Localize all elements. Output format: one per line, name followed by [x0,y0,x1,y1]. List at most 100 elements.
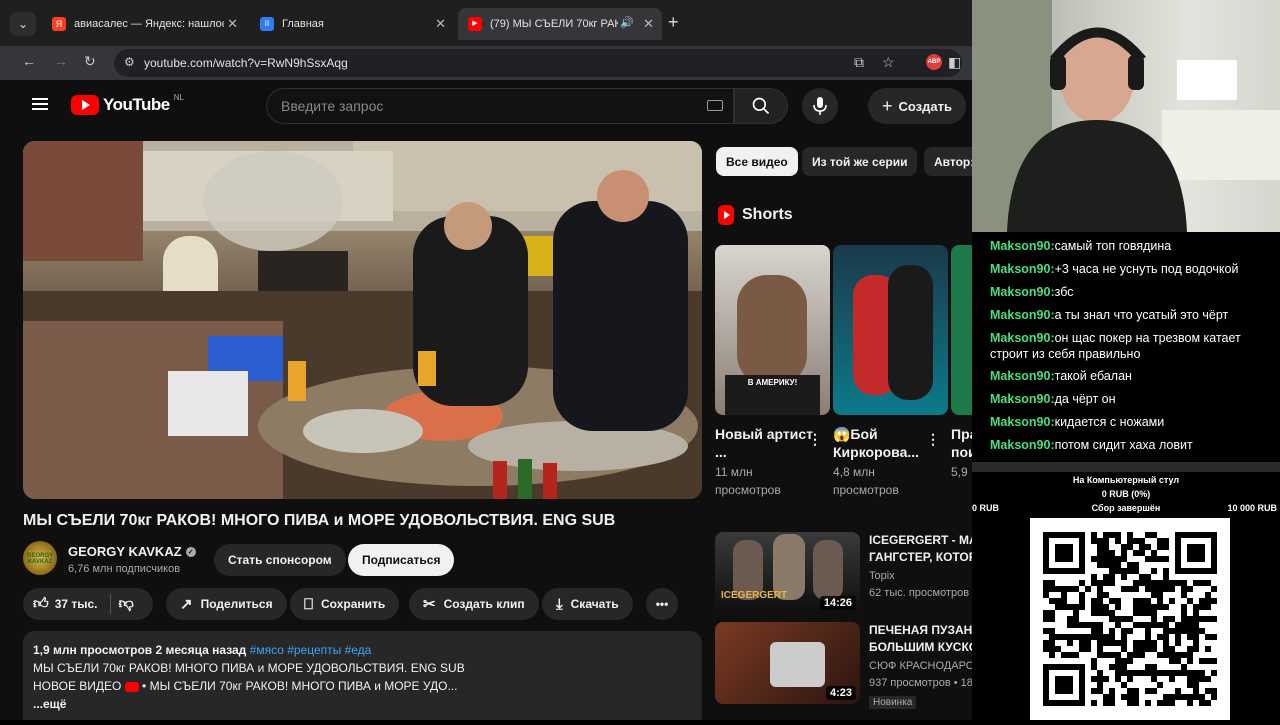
address-bar[interactable]: ⚙ youtube.com/watch?v=RwN9hSsxAqg ⧉ ☆ ◧ [114,49,962,77]
qr-module [1205,676,1211,682]
youtube-link-icon[interactable] [124,681,139,692]
qr-module [1169,676,1175,682]
channel-avatar[interactable]: GEORGY KAVKAZ [23,541,57,575]
forward-arrow-icon[interactable]: → [54,53,68,69]
qr-module [1193,580,1199,586]
recommended-video[interactable]: ICEGERGERT 14:26 ICEGERGERT - МА ГАНГСТЕ… [715,532,972,616]
more-vert-icon[interactable]: ⋮ [926,431,940,448]
qr-module [1055,598,1061,604]
tab-search-button[interactable]: ⌄ [10,12,36,36]
search-button[interactable] [734,88,788,124]
search-input[interactable]: Введите запрос [266,88,734,124]
chat-username[interactable]: Makson90: [990,285,1055,299]
qr-module [1103,544,1109,550]
tab-youtube[interactable]: ▶ (79) МЫ СЪЕЛИ 70кг РАКОВ 🔊 ✕ [458,8,662,40]
speaker-icon[interactable]: 🔊 [620,16,634,29]
qr-module [1145,622,1151,628]
channel-name: Topix [869,570,895,582]
new-badge: Новинка [869,696,917,709]
qr-module [1181,610,1187,616]
close-tab-icon[interactable]: ✕ [643,16,654,32]
qr-module [1157,700,1163,706]
qr-module [1139,598,1145,604]
qr-module [1181,628,1187,634]
hashtags[interactable]: #мясо #рецепты #еда [250,643,372,657]
tab-home[interactable]: II Главная ✕ [250,8,454,40]
qr-module [1211,634,1217,640]
qr-module [1097,676,1103,682]
qr-module [1097,562,1103,568]
chip-all-videos[interactable]: Все видео [716,147,798,176]
chip-same-series[interactable]: Из той же серии [802,147,918,176]
qr-module [1109,598,1115,604]
chip-author[interactable]: Автор: [924,147,972,176]
site-settings-icon[interactable]: ⚙ [124,55,135,69]
chat-username[interactable]: Makson90: [990,369,1055,383]
reload-icon[interactable]: ↻ [84,53,96,70]
tab-yandex[interactable]: Я авиасалес — Яндекс: нашлось ✕ [42,8,246,40]
dislike-button[interactable]: 👎︎ [119,595,134,613]
bookmark-star-icon[interactable]: ☆ [882,54,895,71]
close-tab-icon[interactable]: ✕ [227,16,238,32]
adblock-extension-icon[interactable]: ABP [926,54,942,70]
tab-label: авиасалес — Яндекс: нашлось [74,18,224,30]
qr-module [1145,610,1151,616]
share-button[interactable]: ↗ Поделиться [166,588,287,620]
qr-module [1211,616,1217,622]
search-placeholder: Введите запрос [281,98,384,114]
recommended-video[interactable]: 4:23 ПЕЧЕНАЯ ПУЗАНИ БОЛЬШИМ КУСКО СЮФ КР… [715,622,972,709]
qr-module [1211,658,1217,664]
close-tab-icon[interactable]: ✕ [435,16,446,32]
chat-username[interactable]: Makson90: [990,239,1055,253]
create-button[interactable]: + Создать [868,88,966,124]
back-arrow-icon[interactable]: ← [22,53,36,69]
chat-message: Makson90:а ты знал что усатый это чёрт [976,307,1276,323]
video-description[interactable]: 1,9 млн просмотров 2 месяца назад #мясо … [23,631,702,720]
extensions-icon[interactable]: ◧ [948,54,961,71]
short-card[interactable]: 😱Бой Киркорова... 4,8 млн просмотров ⋮ [833,245,948,499]
short-thumbnail: В АМЕРИКУ! [715,245,830,415]
qr-module [1151,556,1157,562]
qr-module [1133,694,1139,700]
channel-name[interactable]: GEORGY KAVKAZ ✓ [68,544,196,559]
chat-username[interactable]: Makson90: [990,308,1055,322]
menu-icon[interactable] [32,98,48,110]
chat-username[interactable]: Makson90: [990,392,1055,406]
qr-module [1151,670,1157,676]
qr-module [1145,700,1151,706]
more-actions-button[interactable]: ••• [646,588,678,620]
show-more-link[interactable]: ...ещё [33,695,692,713]
qr-module [1127,544,1133,550]
chat-username[interactable]: Makson90: [990,438,1055,452]
chat-username[interactable]: Makson90: [990,331,1055,345]
download-button[interactable]: ⤓ Скачать [542,588,633,620]
chat-username[interactable]: Makson90: [990,415,1055,429]
subscribe-button[interactable]: Подписаться [348,544,455,576]
qr-module [1163,604,1169,610]
chat-username[interactable]: Makson90: [990,262,1055,276]
youtube-logo[interactable]: YouTube NL [71,93,184,115]
qr-module [1043,592,1049,598]
qr-module [1133,646,1139,652]
new-tab-button[interactable]: + [668,12,679,33]
sponsor-button[interactable]: Стать спонсором [214,544,346,576]
qr-module [1115,538,1121,544]
qr-module [1133,562,1139,568]
qr-module [1139,604,1145,610]
short-card[interactable]: В АМЕРИКУ! Новый артист ... 11 млн просм… [715,245,830,499]
voice-search-button[interactable] [802,88,838,124]
more-vert-icon[interactable]: ⋮ [808,431,822,448]
video-player[interactable] [23,141,702,499]
qr-module [1169,646,1175,652]
qr-module [1109,610,1115,616]
keyboard-icon[interactable] [707,100,723,111]
qr-module [1109,664,1115,670]
install-app-icon[interactable]: ⧉ [854,54,864,71]
video-title: МЫ СЪЕЛИ 70кг РАКОВ! МНОГО ПИВА и МОРЕ У… [23,512,616,529]
like-button[interactable]: 👍︎ 37 тыс. [33,595,98,613]
description-link-text[interactable]: • МЫ СЪЕЛИ 70кг РАКОВ! МНОГО ПИВА и МОРЕ… [139,679,457,693]
save-button[interactable]: ⎕ Сохранить [290,588,400,620]
short-card[interactable]: Пра пои 5,9 [951,245,972,481]
qr-module [1121,658,1127,664]
clip-button[interactable]: ✂ Создать клип [409,588,539,620]
